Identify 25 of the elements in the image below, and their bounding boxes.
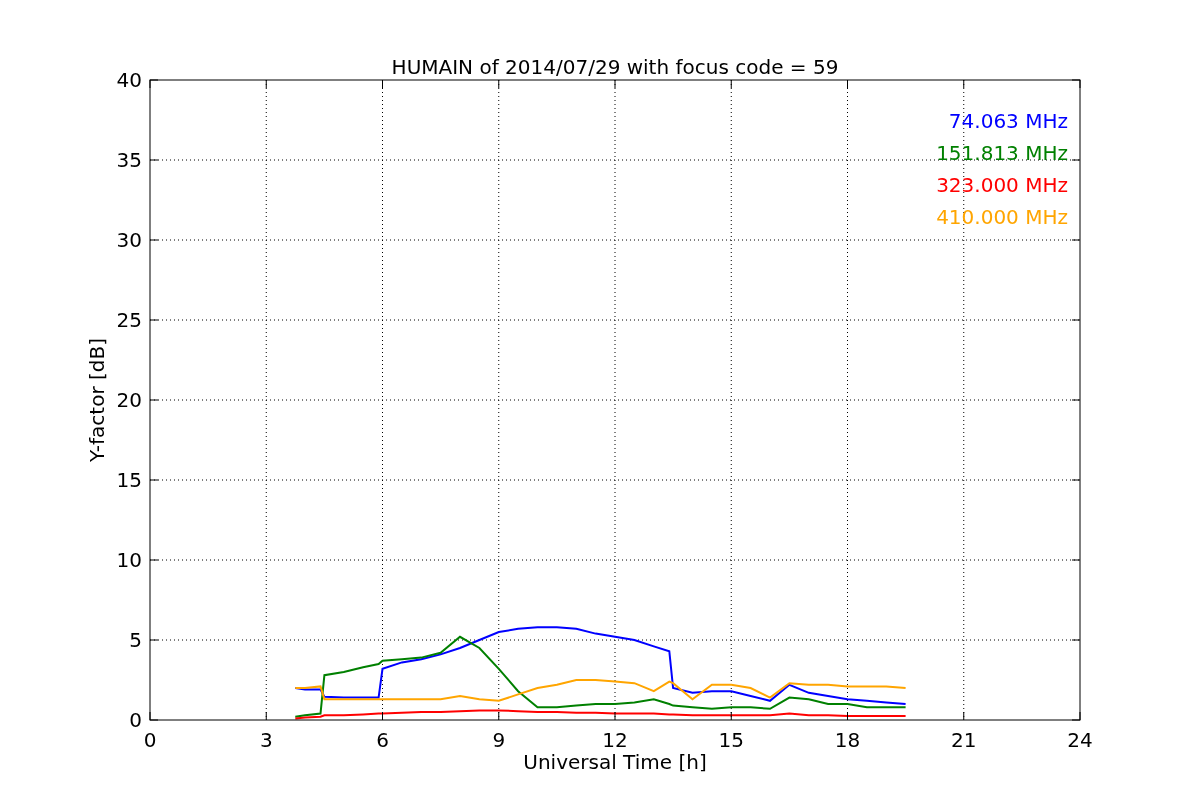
x-tick-label: 9 bbox=[492, 728, 506, 752]
y-axis-label: Y-factor [dB] bbox=[85, 338, 109, 462]
y-tick-label: 30 bbox=[116, 228, 142, 252]
legend-label: 323.000 MHz bbox=[936, 173, 1068, 197]
x-tick-label: 24 bbox=[1067, 728, 1093, 752]
legend-label: 410.000 MHz bbox=[936, 205, 1068, 229]
x-tick-label: 18 bbox=[834, 728, 861, 752]
x-tick-label: 21 bbox=[951, 728, 977, 752]
chart-title: HUMAIN of 2014/07/29 with focus code = 59 bbox=[391, 55, 839, 79]
legend-label: 74.063 MHz bbox=[948, 109, 1068, 133]
x-tick-label: 3 bbox=[259, 728, 273, 752]
y-tick-label: 40 bbox=[116, 68, 142, 92]
x-tick-label: 12 bbox=[602, 728, 628, 752]
y-tick-label: 10 bbox=[116, 548, 142, 572]
y-tick-label: 35 bbox=[116, 148, 142, 172]
x-tick-label: 6 bbox=[376, 728, 389, 752]
y-tick-label: 15 bbox=[116, 468, 142, 492]
x-tick-label: 15 bbox=[718, 728, 744, 752]
y-tick-label: 25 bbox=[116, 308, 142, 332]
y-tick-label: 20 bbox=[116, 388, 142, 412]
y-tick-label: 0 bbox=[129, 708, 142, 732]
x-axis-label: Universal Time [h] bbox=[523, 750, 707, 774]
legend-label: 151.813 MHz bbox=[936, 141, 1068, 165]
y-tick-label: 5 bbox=[129, 628, 142, 652]
x-tick-label: 0 bbox=[143, 728, 157, 752]
